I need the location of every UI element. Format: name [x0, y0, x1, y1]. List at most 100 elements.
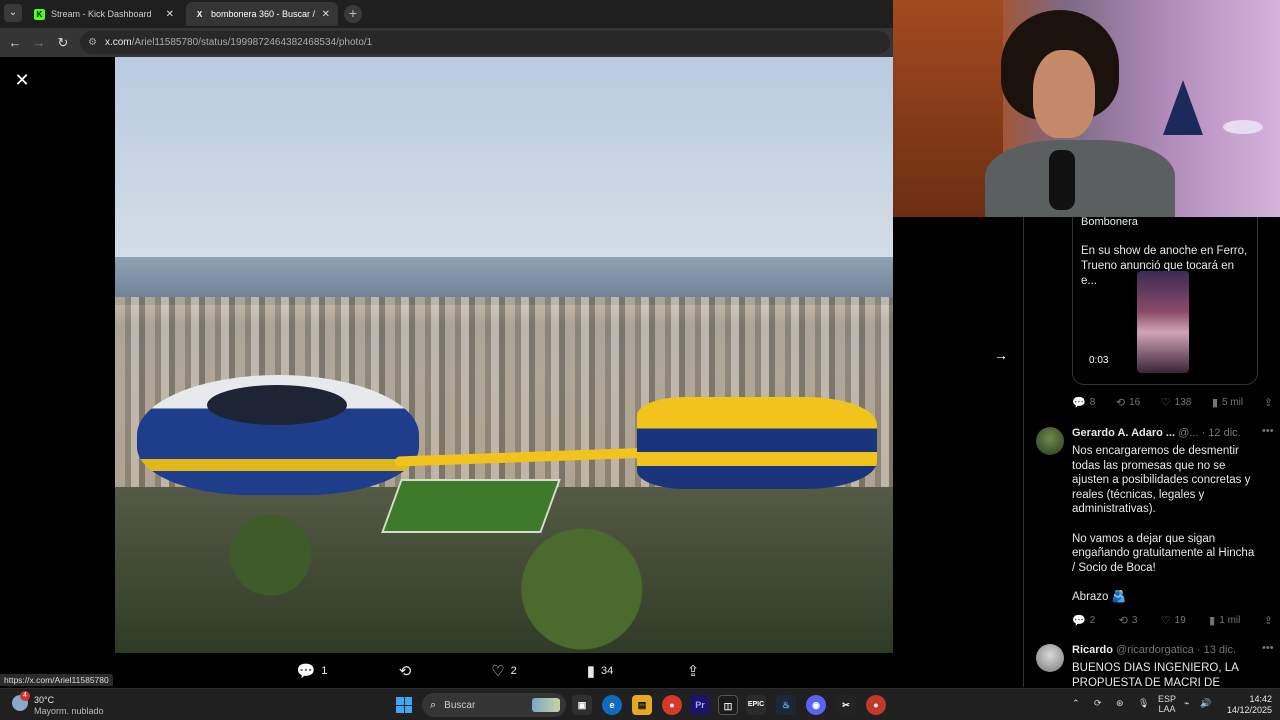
reply-button[interactable]: 💬 2 [1072, 614, 1095, 627]
search-icon: ⌕ [430, 698, 437, 711]
task-view-icon[interactable]: ▣ [572, 695, 592, 715]
photo-bombonera [637, 397, 877, 489]
close-tab-icon[interactable]: ✕ [322, 9, 330, 20]
repost-button[interactable]: ⟲ 16 [1116, 396, 1140, 409]
views-button[interactable]: ▮ 1 mil [1209, 614, 1240, 627]
reply-metrics: 💬 2 ⟲ 3 ♡ 19 ▮ 1 mil ⇪ [1072, 612, 1277, 628]
photo-pitch [381, 479, 561, 533]
more-options-icon[interactable]: ••• [1262, 425, 1274, 437]
address-bar[interactable]: ⚙ x.com/Ariel11585780/status/19998724643… [80, 31, 890, 54]
tab-kick-dashboard[interactable]: K Stream - Kick Dashboard ✕ [26, 2, 182, 26]
like-count: 19 [1174, 614, 1186, 626]
reply-text: BUENOS DIAS INGENIERO, LA PROPUESTA DE M… [1072, 662, 1239, 687]
quoted-metrics: 💬 8 ⟲ 16 ♡ 138 ▮ 5 mil ⇪ [1072, 394, 1277, 410]
forward-arrow-icon[interactable]: → [30, 34, 48, 52]
reply-header: Gerardo A. Adaro ... @... · 12 dic. [1072, 427, 1262, 439]
share-button[interactable]: ⇪ [648, 662, 744, 680]
repost-icon: ⟲ [398, 663, 412, 680]
like-button[interactable]: ♡ 2 [456, 662, 552, 680]
like-button[interactable]: ♡ 19 [1161, 614, 1186, 627]
view-count: 1 mil [1219, 614, 1241, 626]
reload-icon[interactable]: ↻ [54, 34, 72, 52]
network-icon[interactable]: ⌁ [1184, 698, 1189, 709]
url-host: x.com [104, 37, 132, 48]
repost-count: 16 [1129, 396, 1141, 408]
reply-icon: 💬 [296, 663, 316, 680]
repost-button[interactable]: ⟲ 3 [1119, 614, 1138, 627]
system-tray: ⌃ ⟳ ⊛ 🎙 ESP LAA ⌁ [1072, 689, 1202, 720]
share-button[interactable]: ⇪ [1264, 614, 1277, 627]
views-bar-icon: ▮ [1211, 396, 1219, 409]
close-tab-icon[interactable]: ✕ [166, 9, 174, 20]
views-button[interactable]: ▮ 34 [552, 662, 648, 680]
clock-time: 14:42 [1249, 694, 1272, 704]
like-button[interactable]: ♡ 138 [1161, 396, 1192, 409]
tab-bombonera-search[interactable]: X bombonera 360 - Buscar / X ✕ [186, 2, 338, 26]
author-name[interactable]: Gerardo A. Adaro ... [1072, 427, 1175, 439]
new-tab-button[interactable]: + [344, 5, 362, 23]
keyboard-layout: LAA [1158, 704, 1176, 714]
chrome-stream-icon[interactable]: ● [866, 695, 886, 715]
premiere-icon[interactable]: Pr [690, 695, 710, 715]
repost-count: 3 [1131, 614, 1138, 626]
notification-badge: 4 [20, 691, 30, 701]
like-count: 2 [510, 665, 517, 677]
taskbar-search[interactable]: ⌕ Buscar [422, 693, 566, 717]
start-button[interactable] [396, 697, 412, 713]
discord-icon[interactable]: ◉ [806, 695, 826, 715]
edge-icon[interactable]: e [602, 695, 622, 715]
reply-text: Nos encargaremos de desmentir todas las … [1072, 445, 1255, 603]
reply-button[interactable]: 💬 8 [1072, 396, 1095, 409]
epic-games-icon[interactable]: EPIC [746, 695, 766, 715]
heart-icon: ♡ [1160, 614, 1171, 627]
tray-app-icon[interactable]: ⟳ [1094, 698, 1102, 709]
heart-icon: ♡ [491, 663, 505, 680]
volume-icon[interactable]: 🔊 [1200, 698, 1211, 720]
site-info-icon[interactable]: ⚙ [88, 37, 97, 48]
weather-widget[interactable]: 4 30°C Mayorm. nublado [12, 691, 122, 717]
like-count: 138 [1174, 396, 1192, 408]
reply-count: 2 [1089, 614, 1096, 626]
reply-header: Ricardo @ricardorgatica · 13 dic. [1072, 644, 1262, 656]
author-name[interactable]: Ricardo [1072, 644, 1113, 656]
language-indicator[interactable]: ESP LAA [1158, 694, 1176, 714]
clock[interactable]: 14:42 14/12/2025 [1212, 694, 1272, 716]
more-options-icon[interactable]: ••• [1262, 642, 1274, 654]
tab-search-button[interactable]: ⌄ [4, 4, 22, 22]
quoted-title: Bombonera [1081, 217, 1138, 228]
author-handle: @... [1178, 427, 1199, 439]
chat-app-icon[interactable]: ◫ [718, 695, 738, 715]
views-button[interactable]: ▮ 5 mil [1212, 396, 1243, 409]
capcut-icon[interactable]: ✂ [836, 695, 856, 715]
video-duration: 0:03 [1089, 355, 1109, 366]
close-photo-button[interactable]: ✕ [12, 70, 32, 90]
microphone-icon [1049, 150, 1075, 210]
quoted-video-thumbnail[interactable] [1137, 271, 1189, 373]
share-button[interactable]: ⇪ [1264, 396, 1277, 409]
tweet-photo [115, 57, 893, 653]
avatar[interactable] [1036, 644, 1064, 672]
reply-count: 1 [321, 665, 328, 677]
tray-sync-icon[interactable]: ⊛ [1116, 698, 1124, 709]
repost-icon: ⟲ [1118, 614, 1128, 627]
avatar[interactable] [1036, 427, 1064, 455]
photo-new-stadium [137, 375, 419, 495]
kick-favicon-icon: K [34, 8, 45, 20]
quoted-tweet-card[interactable]: Bombonera En su show de anoche en Ferro,… [1072, 217, 1258, 385]
next-photo-arrow-icon[interactable]: → [990, 344, 1012, 366]
tab-title: Stream - Kick Dashboard [51, 9, 152, 19]
replies-column[interactable]: Bombonera En su show de anoche en Ferro,… [1023, 217, 1280, 687]
file-explorer-icon[interactable]: ▤ [632, 695, 652, 715]
chrome-icon[interactable]: ● [662, 695, 682, 715]
reply-count: 8 [1089, 396, 1096, 408]
view-count: 34 [601, 665, 614, 677]
steam-icon[interactable]: ♨ [776, 695, 796, 715]
repost-button[interactable]: ⟲ [360, 662, 456, 680]
tray-overflow-icon[interactable]: ⌃ [1072, 698, 1080, 709]
streamer-webcam [893, 0, 1280, 217]
back-arrow-icon[interactable]: ← [6, 34, 24, 52]
reply-icon: 💬 [1072, 396, 1086, 409]
microphone-tray-icon[interactable]: 🎙 [1138, 698, 1149, 709]
reply-button[interactable]: 💬 1 [264, 662, 360, 680]
share-icon: ⇪ [1263, 396, 1273, 409]
